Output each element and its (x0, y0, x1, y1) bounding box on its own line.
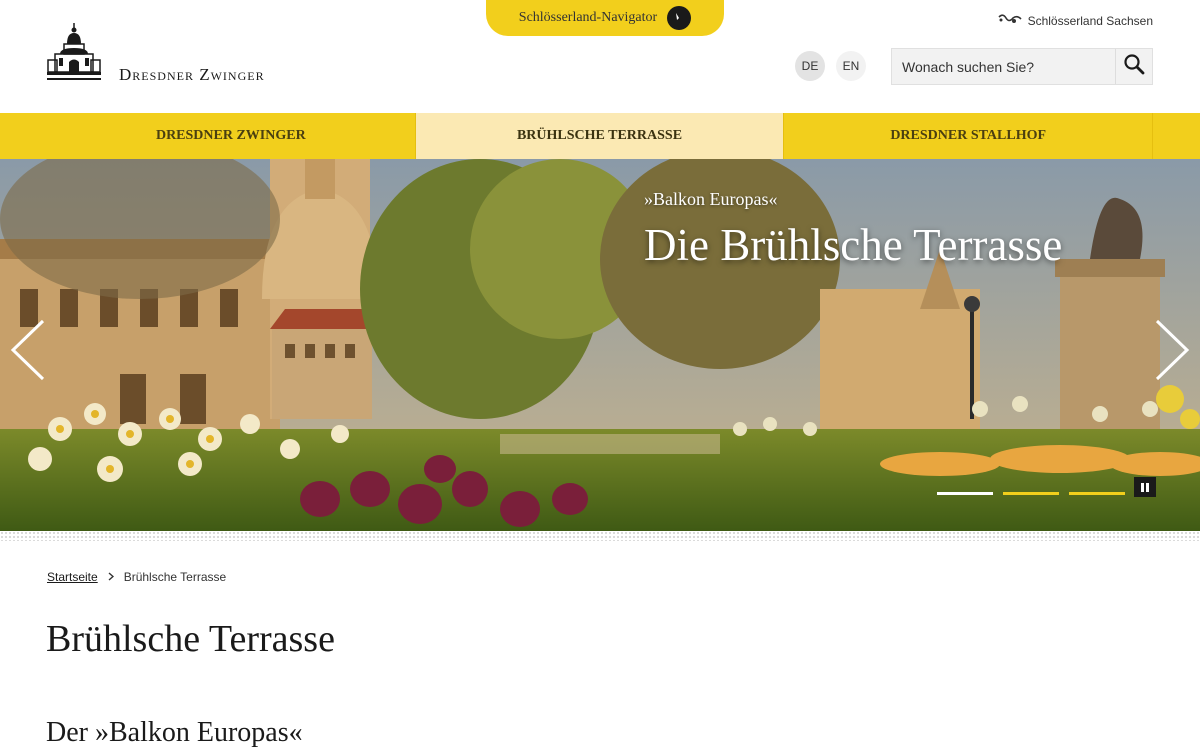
logo-text: Dresdner Zwinger (119, 65, 265, 84)
hero-title: Die Brühlsche Terrasse (644, 220, 1063, 270)
compass-icon (667, 6, 692, 30)
nav-item-dresdner-zwinger[interactable]: DRESDNER ZWINGER (47, 113, 416, 159)
slider-prev-button[interactable] (8, 319, 48, 381)
slider-next-button[interactable] (1152, 319, 1192, 381)
schloesserland-navigator-button[interactable]: Schlösserland-Navigator (486, 0, 724, 36)
chevron-right-icon (1155, 319, 1190, 381)
slider-indicators (937, 492, 1125, 495)
section-title: Der »Balkon Europas« (46, 717, 303, 748)
breadcrumb-home-link[interactable]: Startseite (47, 570, 98, 584)
hero-slider: »Balkon Europas« Die Brühlsche Terrasse (0, 159, 1200, 531)
search-icon (1123, 53, 1145, 80)
language-en-button[interactable]: EN (836, 51, 866, 81)
main-navigation: DRESDNER ZWINGER BRÜHLSCHE TERRASSE DRES… (0, 113, 1200, 159)
hero-subtitle: »Balkon Europas« (644, 189, 778, 209)
pause-icon (1141, 482, 1149, 492)
slide-indicator-2[interactable] (1003, 492, 1059, 495)
slider-pause-button[interactable] (1134, 477, 1156, 497)
page-title: Brühlsche Terrasse (46, 618, 335, 660)
sachsen-logo-icon (998, 13, 1022, 28)
search-input[interactable] (892, 49, 1115, 84)
site-logo[interactable]: Dresdner Zwinger (47, 22, 265, 87)
hero-image (0, 159, 1200, 531)
divider (0, 531, 1200, 541)
nav-item-bruehlsche-terrasse[interactable]: BRÜHLSCHE TERRASSE (415, 113, 785, 159)
schloesserland-sachsen-link[interactable]: Schlösserland Sachsen (998, 13, 1153, 28)
breadcrumb-separator-icon (108, 570, 114, 584)
breadcrumb: Startseite Brühlsche Terrasse (47, 570, 226, 584)
language-de-button[interactable]: DE (795, 51, 825, 81)
sachsen-link-label: Schlösserland Sachsen (1027, 13, 1153, 28)
slide-indicator-3[interactable] (1069, 492, 1125, 495)
site-header: Schlösserland-Navigator Schlösserland Sa… (0, 0, 1200, 113)
nav-item-dresdner-stallhof[interactable]: DRESDNER STALLHOF (784, 113, 1154, 159)
zwinger-logo-icon (47, 22, 101, 87)
chevron-left-icon (10, 319, 45, 381)
search-bar (891, 48, 1153, 85)
search-button[interactable] (1115, 49, 1152, 84)
navigator-label: Schlösserland-Navigator (518, 10, 658, 25)
breadcrumb-current: Brühlsche Terrasse (123, 570, 227, 584)
slide-indicator-1[interactable] (937, 492, 993, 495)
